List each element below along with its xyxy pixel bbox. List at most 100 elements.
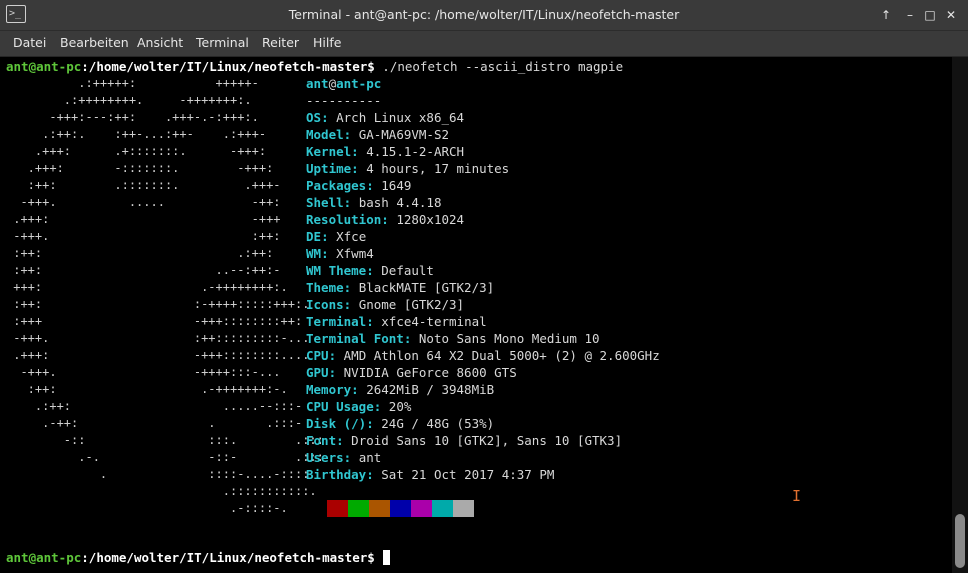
info-key-separator: :: [366, 467, 382, 482]
ascii-art-line: .-++: . .:::-: [6, 416, 303, 430]
info-value: Arch Linux x86_64: [336, 110, 465, 125]
terminal-window: >_ Terminal - ant@ant-pc: /home/wolter/I…: [0, 0, 968, 573]
info-value: Default: [381, 263, 434, 278]
info-key-separator: :: [403, 331, 419, 346]
info-value: 1649: [381, 178, 412, 193]
info-row: CPU: AMD Athlon 64 X2 Dual 5000+ (2) @ 2…: [306, 347, 660, 364]
command-line: ant@ant-pc:/home/wolter/IT/Linux/neofetc…: [6, 58, 623, 75]
info-value: 24G / 48G (53%): [381, 416, 495, 431]
info-row: Kernel: 4.15.1-2-ARCH: [306, 143, 464, 160]
info-key-separator: :: [328, 365, 344, 380]
info-value: 4.15.1-2-ARCH: [366, 144, 465, 159]
ascii-art-line: :++: .:++:: [6, 246, 274, 260]
ascii-art-line: .+++: -:::::::. -+++:: [6, 161, 274, 175]
info-key: DE: [306, 229, 322, 244]
info-row: WM Theme: Default: [306, 262, 434, 279]
menu-bar: Datei Bearbeiten Ansicht Terminal Reiter…: [0, 31, 968, 57]
scrollbar-thumb[interactable]: [955, 514, 965, 568]
info-key-separator: :: [351, 144, 367, 159]
ascii-art-line: . ::::-....-::::: [6, 467, 310, 481]
info-key: Users: [306, 450, 344, 465]
ascii-art-line: .:++: .....--:::-: [6, 399, 303, 413]
menu-ansicht[interactable]: Ansicht: [137, 31, 183, 55]
close-button[interactable]: ✕: [941, 5, 961, 25]
ascii-art-line: -+++. ..... -++:: [6, 195, 281, 209]
ascii-art-line: -+++. -++++:::-...: [6, 365, 281, 379]
info-key-separator: :: [373, 399, 389, 414]
info-separator: ----------: [306, 93, 382, 108]
info-value: NVIDIA GeForce 8600 GTS: [343, 365, 517, 380]
ascii-art-line: .:::::::::::.: [6, 484, 317, 498]
info-key-separator: :: [321, 110, 337, 125]
info-key: Shell: [306, 195, 344, 210]
info-key-separator: :: [343, 297, 359, 312]
info-key-separator: :: [366, 314, 382, 329]
command-text: ./neofetch --ascii_distro magpie: [374, 59, 624, 74]
info-value: Noto Sans Mono Medium 10: [418, 331, 600, 346]
info-row: Birthday: Sat 21 Oct 2017 4:37 PM: [306, 466, 554, 483]
info-row: Uptime: 4 hours, 17 minutes: [306, 160, 509, 177]
prompt-user-host: ant@ant-pc: [6, 59, 82, 74]
scrollbar[interactable]: [952, 57, 968, 573]
info-value: bash 4.4.18: [358, 195, 442, 210]
info-value: 4 hours, 17 minutes: [366, 161, 510, 176]
palette-swatch: [453, 500, 474, 517]
info-key: Kernel: [306, 144, 352, 159]
info-key: Model: [306, 127, 344, 142]
info-row: Disk (/): 24G / 48G (53%): [306, 415, 494, 432]
info-row: Shell: bash 4.4.18: [306, 194, 442, 211]
info-key: WM: [306, 246, 322, 261]
info-host: ant-pc: [336, 76, 382, 91]
menu-reiter[interactable]: Reiter: [262, 31, 299, 55]
ascii-art-line: .+++: -+++: [6, 212, 281, 226]
menu-hilfe[interactable]: Hilfe: [313, 31, 341, 55]
info-header: ant@ant-pc: [306, 75, 381, 92]
info-key-separator: :: [343, 450, 359, 465]
info-value: ant: [358, 450, 382, 465]
info-key: Birthday: [306, 467, 367, 482]
palette-swatch: [432, 500, 453, 517]
info-value: AMD Athlon 64 X2 Dual 5000+ (2) @ 2.600G…: [343, 348, 660, 363]
info-key-separator: :: [343, 280, 359, 295]
info-key: Terminal: [306, 314, 367, 329]
prompt-path: :/home/wolter/IT/Linux/neofetch-master$: [81, 59, 375, 74]
palette-swatch: [348, 500, 369, 517]
info-value: Gnome [GTK2/3]: [358, 297, 465, 312]
info-key: Icons: [306, 297, 344, 312]
ascii-art-line: :++: .:::::::. .+++-: [6, 178, 281, 192]
menu-datei[interactable]: Datei: [13, 31, 46, 55]
info-key-separator: :: [351, 382, 367, 397]
info-value: 2642MiB / 3948MiB: [366, 382, 495, 397]
info-key-separator: :: [328, 348, 344, 363]
title-bar[interactable]: >_ Terminal - ant@ant-pc: /home/wolter/I…: [0, 0, 968, 31]
info-key: GPU: [306, 365, 329, 380]
ascii-art-line: :++: .-+++++++:-.: [6, 382, 288, 396]
info-key-separator: :: [366, 178, 382, 193]
info-value: 20%: [388, 399, 412, 414]
info-value: Droid Sans 10 [GTK2], Sans 10 [GTK3]: [351, 433, 623, 448]
minimize-button[interactable]: –: [900, 5, 920, 25]
info-row: Resolution: 1280x1024: [306, 211, 464, 228]
ascii-art-line: :++: ..--:++:-: [6, 263, 281, 277]
info-key-separator: :: [321, 229, 337, 244]
info-key-separator: :: [351, 161, 367, 176]
ascii-art-line: .+++: .+:::::::. -+++:: [6, 144, 267, 158]
info-key-separator: :: [321, 246, 337, 261]
info-value: 1280x1024: [396, 212, 465, 227]
prompt-line: ant@ant-pc:/home/wolter/IT/Linux/neofetc…: [6, 549, 391, 566]
info-key-separator: :: [381, 212, 397, 227]
maximize-button[interactable]: □: [920, 5, 940, 25]
ascii-art-line: -+++:---:++: .+++-.-:+++:.: [6, 110, 259, 124]
info-key: Resolution: [306, 212, 382, 227]
ascii-art-line: .-. -::- .:::: [6, 450, 324, 464]
info-row: DE: Xfce: [306, 228, 366, 245]
ascii-art-line: .+++: -+++::::::::....: [6, 348, 310, 362]
up-icon[interactable]: ↑: [876, 5, 896, 25]
ascii-art-line: :+++ -+++::::::::++:: [6, 314, 303, 328]
info-row: Users: ant: [306, 449, 381, 466]
menu-bearbeiten[interactable]: Bearbeiten: [60, 31, 129, 55]
info-row: Theme: BlackMATE [GTK2/3]: [306, 279, 494, 296]
palette-swatch: [306, 500, 327, 517]
menu-terminal[interactable]: Terminal: [196, 31, 249, 55]
window-title: Terminal - ant@ant-pc: /home/wolter/IT/L…: [288, 7, 680, 22]
